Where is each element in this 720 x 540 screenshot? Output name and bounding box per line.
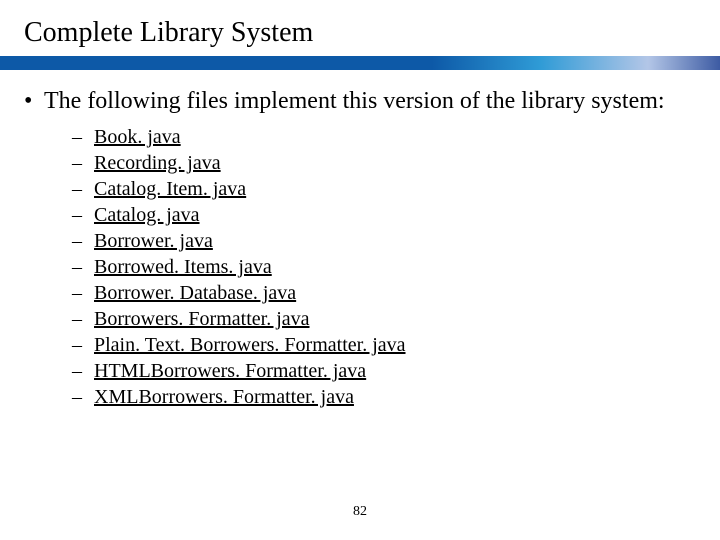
- dash-icon: –: [72, 150, 94, 176]
- file-link[interactable]: Book. java: [94, 124, 181, 150]
- dash-icon: –: [72, 280, 94, 306]
- content-area: • The following files implement this ver…: [24, 86, 696, 410]
- file-link[interactable]: XMLBorrowers. Formatter. java: [94, 384, 354, 410]
- list-item: – Recording. java: [72, 150, 696, 176]
- file-link[interactable]: Borrowed. Items. java: [94, 254, 272, 280]
- dash-icon: –: [72, 124, 94, 150]
- dash-icon: –: [72, 358, 94, 384]
- dash-icon: –: [72, 228, 94, 254]
- list-item: – Borrower. java: [72, 228, 696, 254]
- intro-text: The following files implement this versi…: [44, 86, 665, 116]
- list-item: – Catalog. Item. java: [72, 176, 696, 202]
- file-list: – Book. java – Recording. java – Catalog…: [72, 124, 696, 410]
- intro-bullet: • The following files implement this ver…: [24, 86, 696, 116]
- file-link[interactable]: HTMLBorrowers. Formatter. java: [94, 358, 366, 384]
- file-link[interactable]: Catalog. java: [94, 202, 200, 228]
- bullet-dot-icon: •: [24, 86, 44, 116]
- title-divider-bar: [0, 56, 720, 70]
- dash-icon: –: [72, 384, 94, 410]
- file-link[interactable]: Borrower. Database. java: [94, 280, 296, 306]
- list-item: – Book. java: [72, 124, 696, 150]
- list-item: – HTMLBorrowers. Formatter. java: [72, 358, 696, 384]
- slide-title: Complete Library System: [24, 18, 313, 49]
- dash-icon: –: [72, 306, 94, 332]
- file-link[interactable]: Plain. Text. Borrowers. Formatter. java: [94, 332, 406, 358]
- list-item: – Borrower. Database. java: [72, 280, 696, 306]
- slide: Complete Library System • The following …: [0, 0, 720, 540]
- dash-icon: –: [72, 202, 94, 228]
- list-item: – Borrowers. Formatter. java: [72, 306, 696, 332]
- list-item: – XMLBorrowers. Formatter. java: [72, 384, 696, 410]
- list-item: – Borrowed. Items. java: [72, 254, 696, 280]
- file-link[interactable]: Recording. java: [94, 150, 221, 176]
- dash-icon: –: [72, 254, 94, 280]
- list-item: – Catalog. java: [72, 202, 696, 228]
- dash-icon: –: [72, 332, 94, 358]
- file-link[interactable]: Borrowers. Formatter. java: [94, 306, 310, 332]
- file-link[interactable]: Catalog. Item. java: [94, 176, 246, 202]
- page-number: 82: [0, 504, 720, 520]
- dash-icon: –: [72, 176, 94, 202]
- file-link[interactable]: Borrower. java: [94, 228, 213, 254]
- list-item: – Plain. Text. Borrowers. Formatter. jav…: [72, 332, 696, 358]
